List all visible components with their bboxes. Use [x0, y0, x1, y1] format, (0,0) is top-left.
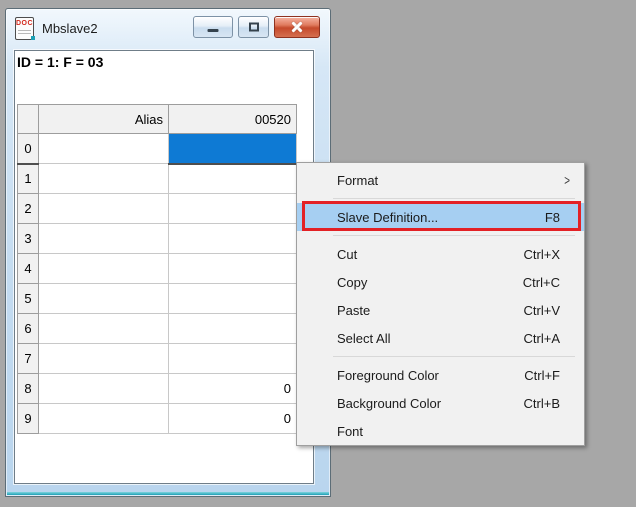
- menu-item-shortcut: Ctrl+F: [524, 368, 560, 383]
- alias-cell[interactable]: [39, 134, 169, 164]
- titlebar[interactable]: DOC Mbslave2: [6, 9, 330, 48]
- menu-item-slave-definition[interactable]: Slave Definition...F8: [297, 203, 584, 231]
- selected-value-cell[interactable]: [169, 134, 297, 164]
- mbslave-window: DOC Mbslave2 ID = 1: F = 03 Alias 00520: [5, 8, 331, 497]
- row-number: 5: [18, 284, 39, 314]
- window-controls: [193, 16, 320, 38]
- menu-item-shortcut: Ctrl+V: [524, 303, 560, 318]
- menu-separator: [333, 235, 575, 236]
- client-area: ID = 1: F = 03 Alias 00520 0 1 2 3: [14, 50, 314, 484]
- value-column-header[interactable]: 00520: [169, 105, 297, 134]
- alias-column-header[interactable]: Alias: [39, 105, 169, 134]
- value-cell[interactable]: [169, 224, 297, 254]
- menu-separator: [333, 198, 575, 199]
- grid-row: 3: [18, 224, 297, 254]
- row-number: 2: [18, 194, 39, 224]
- submenu-arrow-icon: >: [564, 172, 570, 188]
- menu-item-copy[interactable]: CopyCtrl+C: [297, 268, 584, 296]
- restore-icon: [249, 23, 259, 32]
- desktop-background: DOC Mbslave2 ID = 1: F = 03 Alias 00520: [0, 0, 636, 507]
- grid-row: 0: [18, 134, 297, 164]
- grid-header-row: Alias 00520: [18, 105, 297, 134]
- row-number: 4: [18, 254, 39, 284]
- alias-cell[interactable]: [39, 374, 169, 404]
- grid-row: 6: [18, 314, 297, 344]
- value-cell[interactable]: [169, 344, 297, 374]
- context-menu: Format>Slave Definition...F8CutCtrl+XCop…: [296, 162, 585, 446]
- grid-body: 0 1 2 3 4 5 6 7 8 0 9 0: [18, 134, 297, 434]
- menu-item-background-color[interactable]: Background ColorCtrl+B: [297, 389, 584, 417]
- alias-cell[interactable]: [39, 194, 169, 224]
- menu-item-select-all[interactable]: Select AllCtrl+A: [297, 324, 584, 352]
- close-icon: [291, 21, 304, 34]
- menu-item-label: Slave Definition...: [337, 210, 545, 225]
- document-icon-label: DOC: [16, 20, 33, 27]
- menu-item-shortcut: Ctrl+B: [524, 396, 560, 411]
- row-number: 0: [18, 134, 39, 164]
- grid-row: 8 0: [18, 374, 297, 404]
- row-number: 1: [18, 164, 39, 194]
- close-button[interactable]: [274, 16, 320, 38]
- menu-item-label: Font: [337, 424, 574, 439]
- menu-item-font[interactable]: Font: [297, 417, 584, 445]
- status-line: ID = 1: F = 03: [17, 54, 103, 70]
- grid-row: 7: [18, 344, 297, 374]
- grid-corner-header: [18, 105, 39, 134]
- menu-item-foreground-color[interactable]: Foreground ColorCtrl+F: [297, 361, 584, 389]
- menu-item-label: Background Color: [337, 396, 524, 411]
- menu-item-paste[interactable]: PasteCtrl+V: [297, 296, 584, 324]
- menu-item-label: Select All: [337, 331, 524, 346]
- menu-item-shortcut: Ctrl+X: [524, 247, 560, 262]
- menu-item-shortcut: Ctrl+A: [524, 331, 560, 346]
- row-number: 8: [18, 374, 39, 404]
- menu-item-cut[interactable]: CutCtrl+X: [297, 240, 584, 268]
- menu-separator: [333, 356, 575, 357]
- alias-cell[interactable]: [39, 344, 169, 374]
- row-number: 9: [18, 404, 39, 434]
- alias-cell[interactable]: [39, 254, 169, 284]
- value-cell[interactable]: [169, 314, 297, 344]
- menu-item-label: Cut: [337, 247, 524, 262]
- alias-cell[interactable]: [39, 284, 169, 314]
- row-number: 3: [18, 224, 39, 254]
- alias-cell[interactable]: [39, 224, 169, 254]
- value-cell[interactable]: 0: [169, 374, 297, 404]
- grid-row: 5: [18, 284, 297, 314]
- value-cell[interactable]: [169, 254, 297, 284]
- grid-row: 9 0: [18, 404, 297, 434]
- alias-cell[interactable]: [39, 164, 169, 194]
- value-cell[interactable]: [169, 164, 297, 194]
- value-cell[interactable]: 0: [169, 404, 297, 434]
- value-cell[interactable]: [169, 284, 297, 314]
- menu-item-label: Foreground Color: [337, 368, 524, 383]
- grid-row: 2: [18, 194, 297, 224]
- row-number: 7: [18, 344, 39, 374]
- minimize-button[interactable]: [193, 16, 233, 38]
- menu-item-label: Paste: [337, 303, 524, 318]
- grid-row: 1: [18, 164, 297, 194]
- minimize-icon: [208, 29, 219, 32]
- menu-item-shortcut: F8: [545, 210, 560, 225]
- alias-cell[interactable]: [39, 404, 169, 434]
- window-title: Mbslave2: [42, 21, 98, 36]
- document-icon: DOC: [15, 17, 34, 40]
- row-number: 6: [18, 314, 39, 344]
- grid-row: 4: [18, 254, 297, 284]
- menu-item-shortcut: Ctrl+C: [523, 275, 560, 290]
- value-cell[interactable]: [169, 194, 297, 224]
- menu-item-label: Copy: [337, 275, 523, 290]
- menu-item-label: Format: [337, 173, 574, 188]
- register-grid: Alias 00520 0 1 2 3 4 5 6 7: [17, 104, 297, 434]
- menu-item-format[interactable]: Format>: [297, 166, 584, 194]
- restore-button[interactable]: [238, 16, 269, 38]
- alias-cell[interactable]: [39, 314, 169, 344]
